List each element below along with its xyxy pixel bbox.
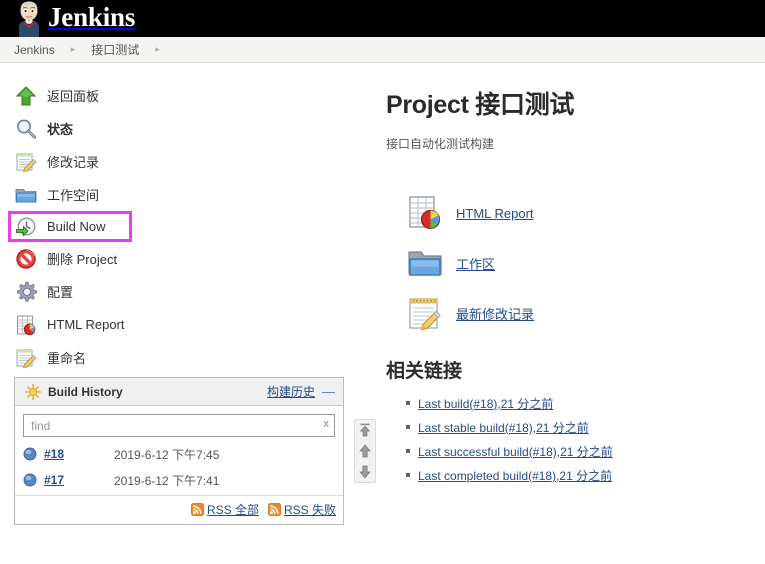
sidebar-item-delete-project[interactable]: 删除 Project (0, 242, 366, 275)
sidebar-item-label: 返回面板 (47, 89, 100, 104)
brand-title: Jenkins (48, 2, 136, 32)
report-chart-icon (14, 313, 38, 337)
breadcrumb-item-project[interactable]: 接口测试 (89, 41, 141, 58)
related-links-title: 相关链接 (386, 361, 463, 382)
report-chart-icon (406, 194, 444, 232)
blue-ball-icon (23, 473, 37, 487)
list-item: Last successful build(#18),21 分之前 (406, 443, 751, 460)
page-title: Project 接口测试 (386, 91, 575, 119)
magnifier-icon (14, 117, 38, 141)
rss-all-link[interactable]: RSS 全部 (191, 501, 259, 518)
project-description: 接口自动化测试构建 (386, 137, 495, 151)
jenkins-butler-icon (14, 0, 44, 37)
sidebar-item-label: Build Now (47, 219, 106, 234)
build-timestamp: 2019-6-12 下午7:41 (114, 473, 220, 488)
project-action-list: HTML Report 工作区 最新修改记录 (380, 194, 751, 332)
last-stable-build-link[interactable]: Last stable build(#18),21 分之前 (418, 421, 589, 435)
last-completed-build-link[interactable]: Last completed build(#18),21 分之前 (418, 469, 612, 483)
list-item: Last stable build(#18),21 分之前 (406, 419, 751, 436)
list-item: Last completed build(#18),21 分之前 (406, 467, 751, 484)
build-find-row: x (23, 414, 335, 437)
gear-icon (14, 280, 38, 304)
main-content: Project 接口测试 接口自动化测试构建 HTML Report 工作区 最… (366, 63, 765, 491)
sidebar-item-label: 状态 (47, 122, 74, 137)
last-build-link[interactable]: Last build(#18),21 分之前 (418, 397, 553, 411)
up-arrow-icon (14, 84, 38, 108)
sidebar-item-changes[interactable]: 修改记录 (0, 145, 366, 178)
sidebar-item-label: 删除 Project (47, 252, 118, 267)
action-recent-changes[interactable]: 最新修改记录 (406, 294, 751, 332)
breadcrumb: Jenkins ▸ 接口测试 ▸ (0, 37, 765, 63)
sun-icon (25, 383, 41, 400)
sidebar-item-configure[interactable]: 配置 (0, 275, 366, 308)
action-label: 工作区 (456, 256, 496, 272)
sidebar-task-list: 返回面板 状态 修改记录 工作空间 Build Now 删除 Project 配… (0, 63, 366, 374)
sidebar-item-label: HTML Report (47, 317, 125, 332)
action-workspace[interactable]: 工作区 (406, 244, 751, 282)
rss-all-label: RSS 全部 (206, 503, 259, 517)
build-number-link[interactable]: #18 (44, 447, 114, 461)
table-row[interactable]: #17 2019-6-12 下午7:41 (23, 467, 335, 493)
action-label: 最新修改记录 (456, 306, 535, 322)
folder-icon (406, 244, 444, 282)
search-input[interactable] (23, 414, 335, 437)
collapse-icon[interactable]: — (322, 385, 335, 398)
action-label: HTML Report (456, 205, 534, 221)
related-links-list: Last build(#18),21 分之前 Last stable build… (380, 395, 751, 484)
delete-forbidden-icon (14, 247, 38, 271)
chevron-right-icon: ▸ (70, 44, 76, 54)
build-history-zh-link[interactable]: 构建历史 (267, 383, 315, 400)
jenkins-home-link[interactable]: Jenkins (14, 0, 135, 37)
build-history-header: Build History 构建历史 — (15, 378, 343, 406)
rss-failed-link[interactable]: RSS 失败 (268, 501, 336, 518)
sidebar-item-status[interactable]: 状态 (0, 112, 366, 145)
clear-icon[interactable]: x (324, 418, 330, 430)
rss-icon (268, 503, 281, 516)
build-history-title: Build History (48, 384, 123, 399)
sidebar-item-label: 工作空间 (47, 188, 100, 203)
sidebar-item-workspace[interactable]: 工作空间 (0, 178, 366, 211)
build-history-body: x #18 2019-6-12 下午7:45 (15, 406, 343, 493)
build-history-widget: Build History 构建历史 — x (14, 377, 376, 525)
table-row[interactable]: #18 2019-6-12 下午7:45 (23, 441, 335, 467)
top-header-bar: Jenkins (0, 0, 765, 37)
sidebar-item-label: 修改记录 (47, 155, 100, 170)
blue-ball-icon (23, 447, 37, 461)
sidebar-item-html-report[interactable]: HTML Report (0, 308, 366, 341)
build-history-footer: RSS 全部 RSS 失败 (15, 495, 343, 524)
rss-icon (191, 503, 204, 516)
sidebar-item-back-to-dashboard[interactable]: 返回面板 (0, 79, 366, 112)
notepad-pencil-icon (14, 150, 38, 174)
chevron-right-icon-2: ▸ (155, 44, 160, 54)
build-clock-icon (14, 215, 38, 239)
rss-failed-label: RSS 失败 (283, 503, 336, 517)
sidebar-item-label: 重命名 (47, 351, 87, 366)
build-history-panel: Build History 构建历史 — x (14, 377, 344, 525)
action-html-report[interactable]: HTML Report (406, 194, 751, 232)
build-timestamp: 2019-6-12 下午7:45 (114, 447, 220, 462)
sidebar-item-label: 配置 (47, 285, 74, 300)
sidebar-item-build-now[interactable]: Build Now (8, 211, 132, 242)
folder-icon (14, 183, 38, 207)
build-number-link[interactable]: #17 (44, 473, 114, 487)
sidebar: 返回面板 状态 修改记录 工作空间 Build Now 删除 Project 配… (0, 63, 376, 525)
notepad-pencil-icon (14, 346, 38, 370)
last-successful-build-link[interactable]: Last successful build(#18),21 分之前 (418, 445, 613, 459)
notepad-pencil-icon (406, 294, 444, 332)
breadcrumb-item-jenkins[interactable]: Jenkins (12, 43, 57, 57)
sidebar-item-rename[interactable]: 重命名 (0, 341, 366, 374)
list-item: Last build(#18),21 分之前 (406, 395, 751, 412)
